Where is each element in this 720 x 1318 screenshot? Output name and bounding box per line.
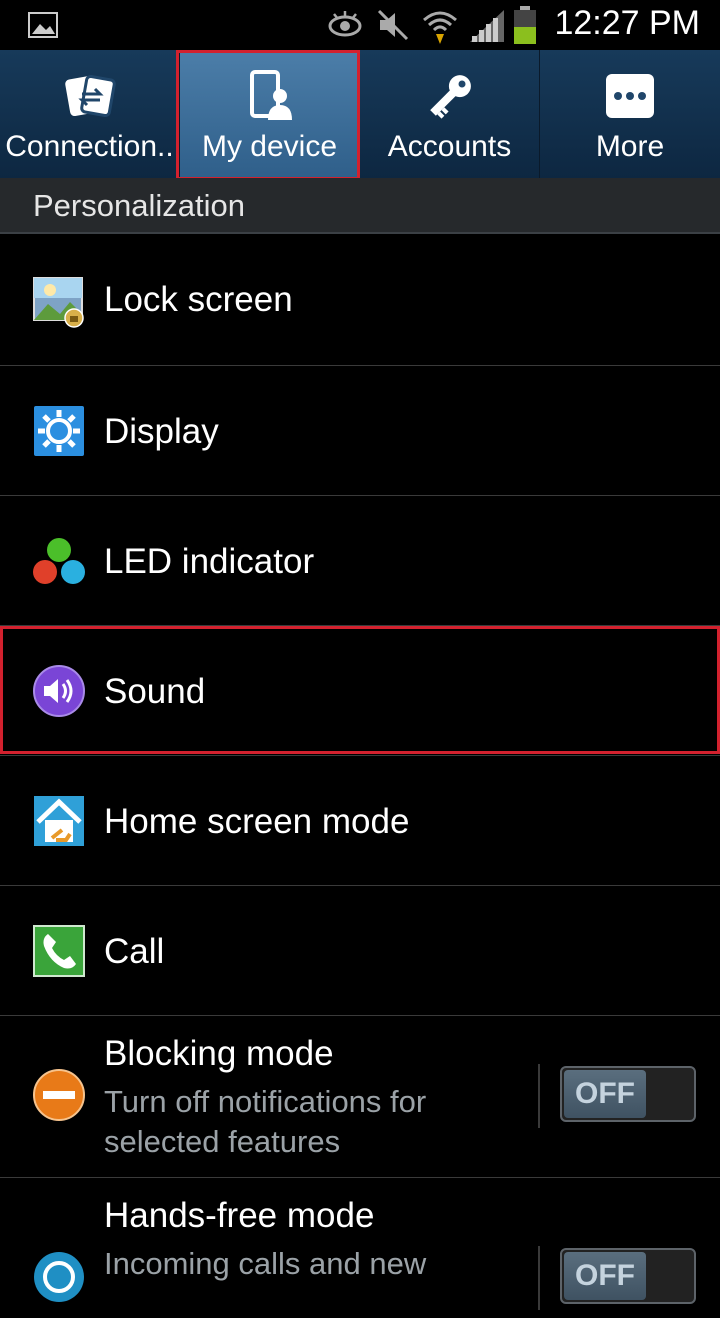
- tab-label: Connection..: [5, 130, 174, 163]
- toggle-label: OFF: [564, 1252, 646, 1300]
- tab-label: My device: [201, 130, 338, 163]
- mute-icon: [377, 9, 409, 41]
- list-item-led-indicator[interactable]: LED indicator: [0, 496, 720, 626]
- led-dots-icon: [33, 538, 85, 584]
- list-item-subtitle: Turn off notifications for selected feat…: [104, 1084, 427, 1159]
- list-item-label: LED indicator: [104, 542, 315, 581]
- divider: [538, 1064, 540, 1128]
- home-screen-icon: [34, 796, 84, 846]
- list-item-label: Lock screen: [104, 280, 293, 319]
- tab-my-device[interactable]: My device: [180, 50, 360, 178]
- list-item-lock-screen[interactable]: Lock screen: [0, 234, 720, 366]
- section-title: Personalization: [33, 188, 245, 223]
- blocking-mode-toggle[interactable]: OFF: [560, 1066, 696, 1122]
- list-item-label: Sound: [104, 672, 206, 711]
- list-item-sound[interactable]: Sound: [0, 626, 720, 756]
- list-item-call[interactable]: Call: [0, 886, 720, 1016]
- list-item-label: Blocking mode: [104, 1034, 334, 1073]
- my-device-icon: [249, 70, 292, 120]
- list-item-display[interactable]: Display: [0, 366, 720, 496]
- lock-screen-icon: [33, 277, 84, 328]
- list-item-blocking-mode[interactable]: Blocking mode Turn off notifications for…: [0, 1016, 720, 1178]
- wifi-icon: [423, 11, 457, 44]
- sound-speaker-icon: [33, 665, 85, 717]
- toggle-label: OFF: [564, 1070, 646, 1118]
- list-item-label: Home screen mode: [104, 802, 410, 841]
- list-item-label: Call: [104, 932, 165, 971]
- tab-accounts[interactable]: Accounts: [360, 50, 540, 178]
- list-item-home-screen-mode[interactable]: Home screen mode: [0, 756, 720, 886]
- hands-free-toggle[interactable]: OFF: [560, 1248, 696, 1304]
- blocking-mode-icon: [33, 1069, 85, 1121]
- tab-more[interactable]: More: [540, 50, 720, 178]
- battery-icon: [514, 6, 536, 44]
- display-gear-icon: [34, 406, 84, 456]
- settings-tab-bar: Connection.. My device Accounts More: [0, 50, 720, 178]
- tab-connections[interactable]: Connection..: [0, 50, 180, 178]
- more-dots-icon: [606, 74, 654, 118]
- call-phone-icon: [33, 925, 85, 977]
- hands-free-icon: [34, 1252, 84, 1302]
- tab-label: Accounts: [387, 130, 512, 163]
- list-item-label: Hands-free mode: [104, 1196, 375, 1235]
- tab-label: More: [595, 130, 665, 163]
- accounts-key-icon: [429, 75, 471, 119]
- signal-strength-icon: [470, 10, 504, 42]
- list-item-subtitle: Incoming calls and new: [104, 1246, 427, 1281]
- divider: [538, 1246, 540, 1310]
- section-header-personalization: Personalization: [0, 178, 720, 234]
- list-item-label: Display: [104, 412, 219, 451]
- smart-stay-eye-icon: [328, 11, 362, 37]
- clock: 12:27 PM: [554, 4, 700, 42]
- connections-icon: [64, 74, 116, 118]
- status-bar: 12:27 PM: [0, 0, 720, 50]
- gallery-notification-icon: [28, 12, 58, 38]
- list-item-hands-free-mode[interactable]: Hands-free mode Incoming calls and new O…: [0, 1178, 720, 1318]
